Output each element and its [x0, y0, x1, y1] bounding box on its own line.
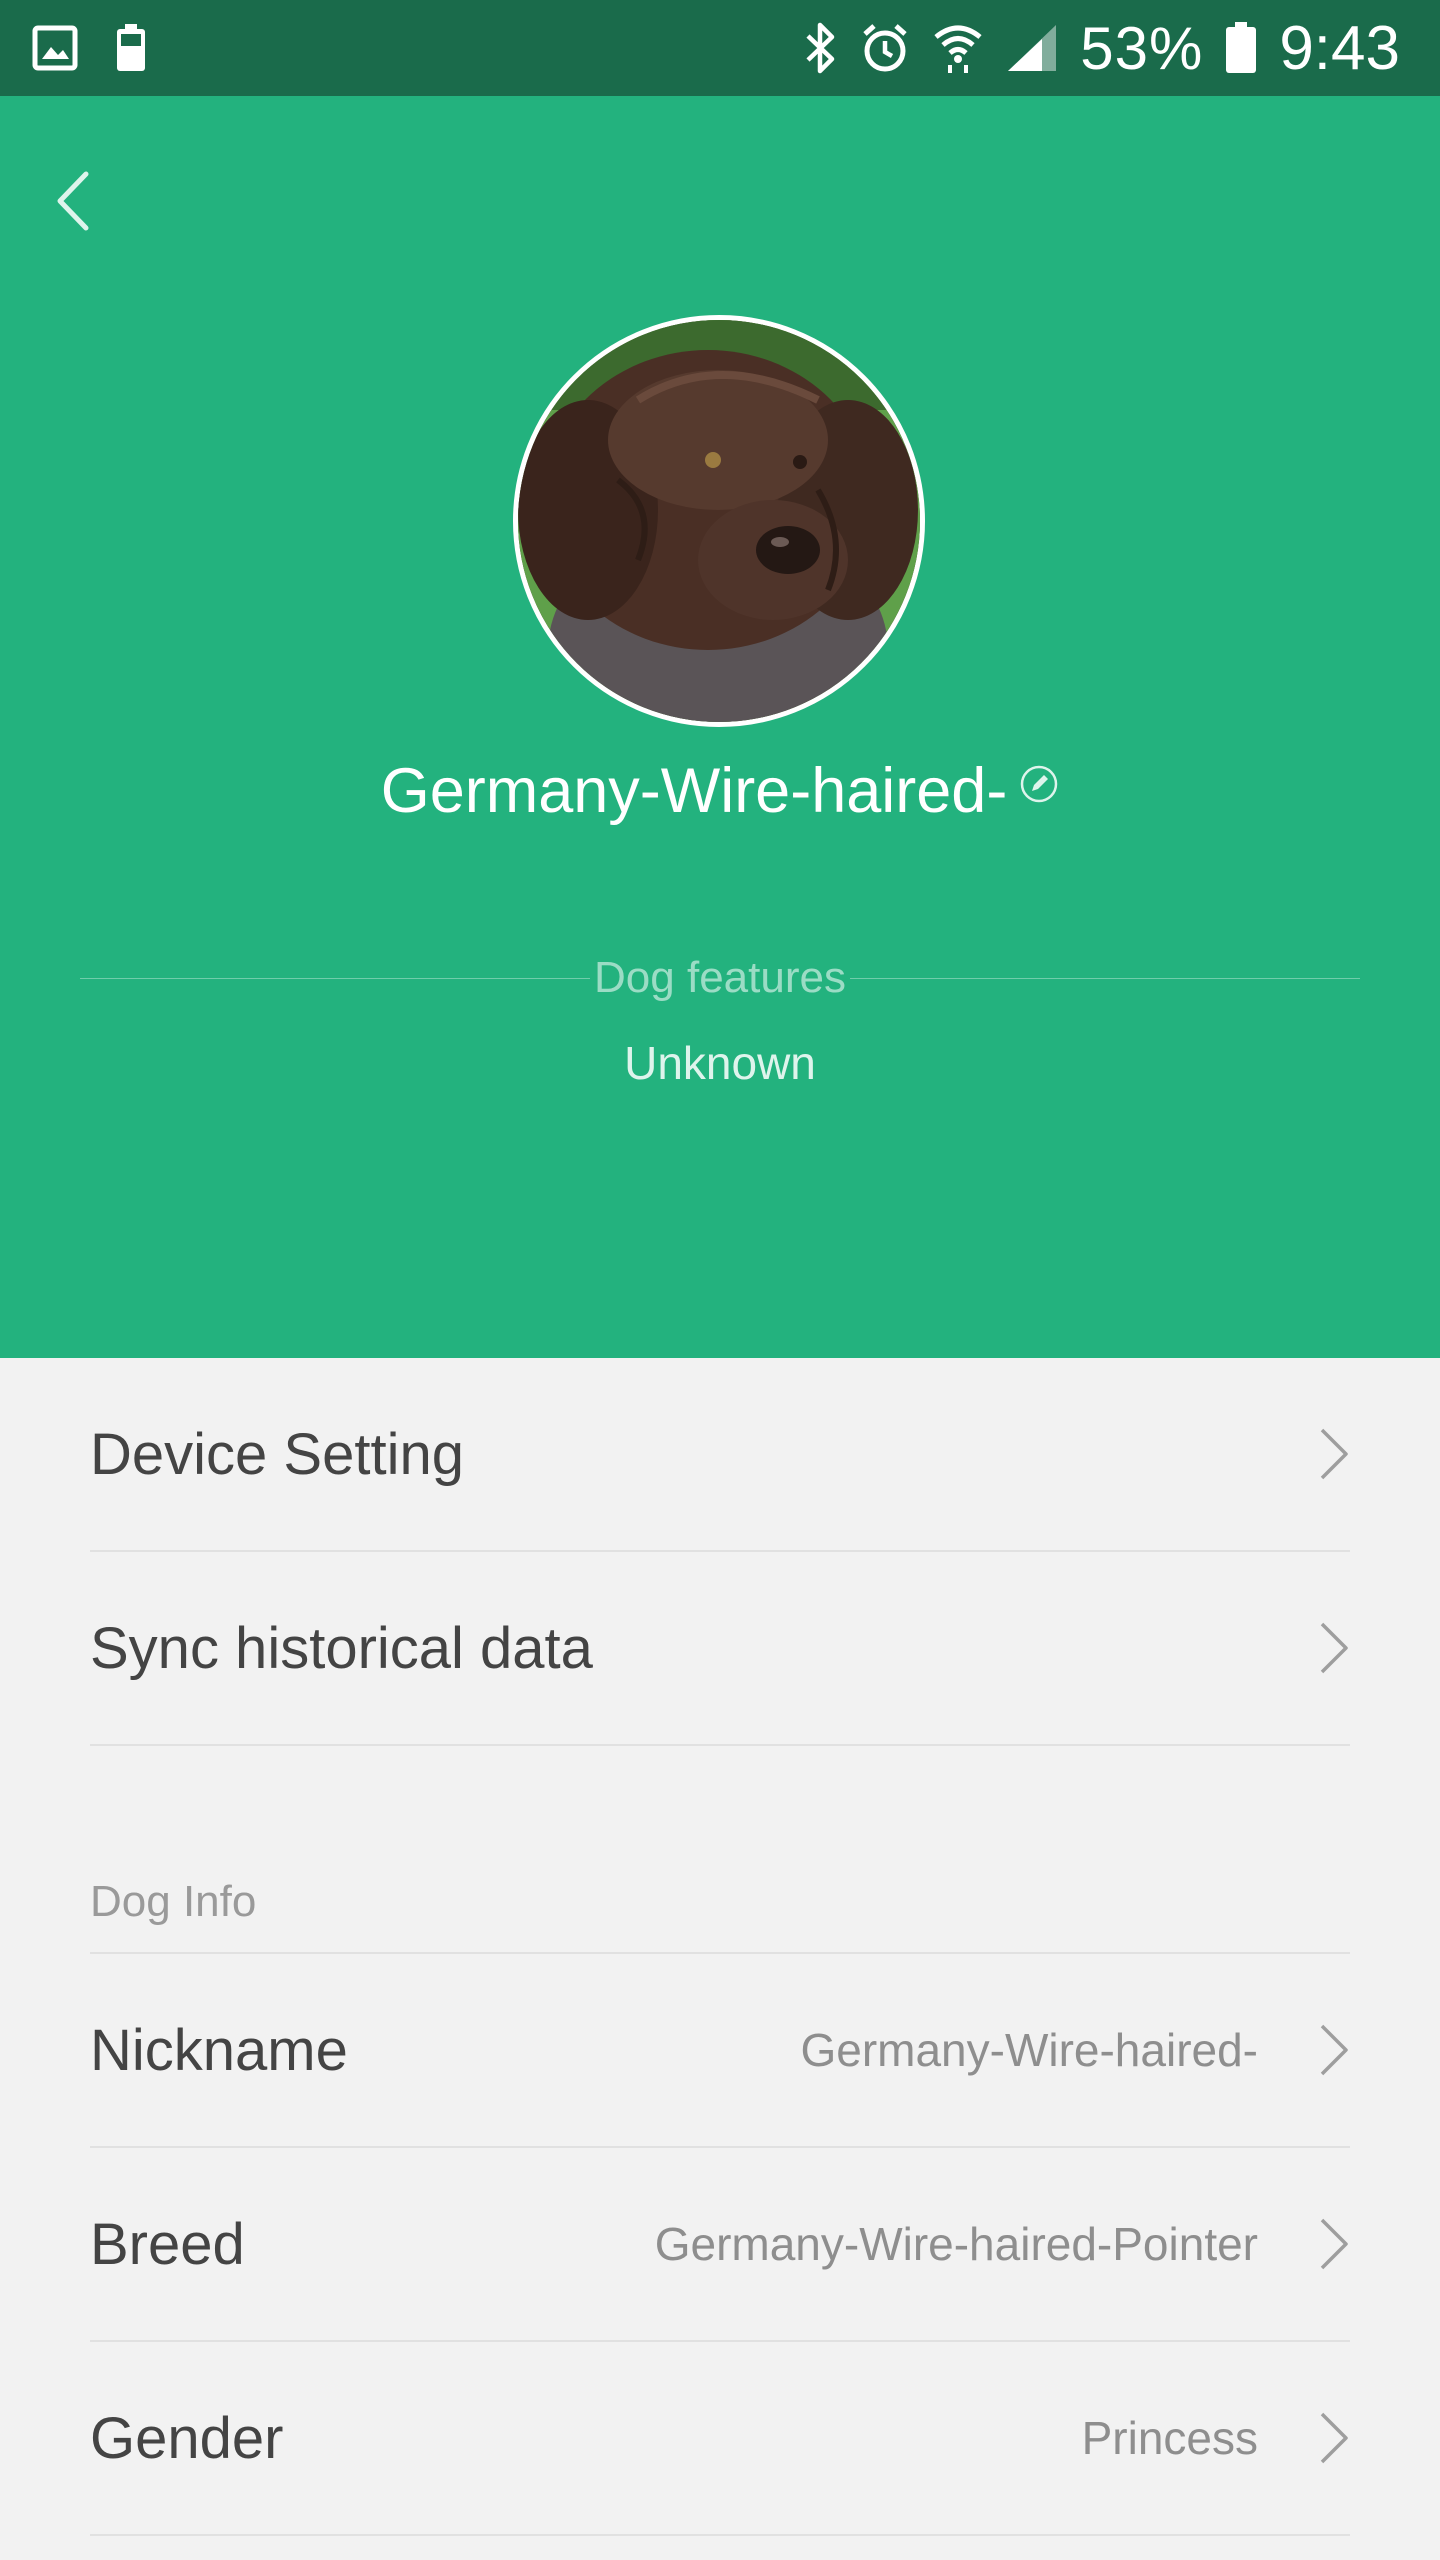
edit-icon[interactable]	[1019, 764, 1059, 804]
battery-icon	[1226, 22, 1257, 73]
breed-value: Germany-Wire-haired-Pointer	[654, 2218, 1258, 2270]
divider-line-right	[849, 977, 1360, 979]
chevron-right-icon	[1320, 2412, 1348, 2464]
breed-row[interactable]: Breed Germany-Wire-haired-Pointer	[90, 2148, 1350, 2342]
chevron-right-icon	[1320, 1428, 1348, 1480]
pet-name-row[interactable]: Germany-Wire-haired-	[0, 746, 1440, 836]
nickname-row[interactable]: Nickname Germany-Wire-haired-	[90, 1954, 1350, 2148]
pet-avatar[interactable]	[513, 315, 925, 727]
wifi-icon	[934, 25, 982, 73]
device-setting-label: Device Setting	[90, 1421, 464, 1487]
gender-label: Gender	[90, 2405, 284, 2471]
pet-profile-header: Germany-Wire-haired- Dog features Unknow…	[0, 96, 1440, 1358]
dog-features-label: Dog features	[594, 953, 846, 1002]
gallery-icon	[32, 25, 78, 71]
pet-name: Germany-Wire-haired-	[380, 756, 1008, 826]
battery-percent: 53%	[1080, 14, 1204, 82]
status-bar: 53% 9:43	[0, 0, 1440, 96]
nickname-label: Nickname	[90, 2017, 348, 2083]
chevron-right-icon	[1320, 2218, 1348, 2270]
gender-row[interactable]: Gender Princess	[90, 2342, 1350, 2536]
device-setting-row[interactable]: Device Setting	[90, 1358, 1350, 1552]
bluetooth-icon	[806, 22, 835, 74]
sync-historical-data-row[interactable]: Sync historical data	[90, 1552, 1350, 1746]
dog-features-value: Unknown	[624, 1037, 816, 1089]
breed-label: Breed	[90, 2211, 245, 2277]
dog-photo	[518, 320, 920, 722]
divider-line-left	[80, 977, 591, 979]
dog-features-divider: Dog features	[80, 948, 1360, 1008]
dog-info-section-header: Dog Info	[90, 1862, 1350, 1954]
status-bar-left	[32, 20, 146, 76]
back-button[interactable]	[46, 156, 106, 246]
status-bar-right: 53% 9:43	[804, 13, 1400, 83]
clock-time: 9:43	[1279, 13, 1400, 83]
battery-small-icon	[117, 24, 145, 71]
sync-historical-data-label: Sync historical data	[90, 1615, 593, 1681]
chevron-right-icon	[1320, 1622, 1348, 1674]
nickname-value: Germany-Wire-haired-	[800, 2024, 1258, 2076]
gender-value: Princess	[1081, 2412, 1258, 2464]
chevron-right-icon	[1320, 2024, 1348, 2076]
alarm-icon	[863, 24, 907, 72]
signal-icon	[1008, 25, 1057, 71]
